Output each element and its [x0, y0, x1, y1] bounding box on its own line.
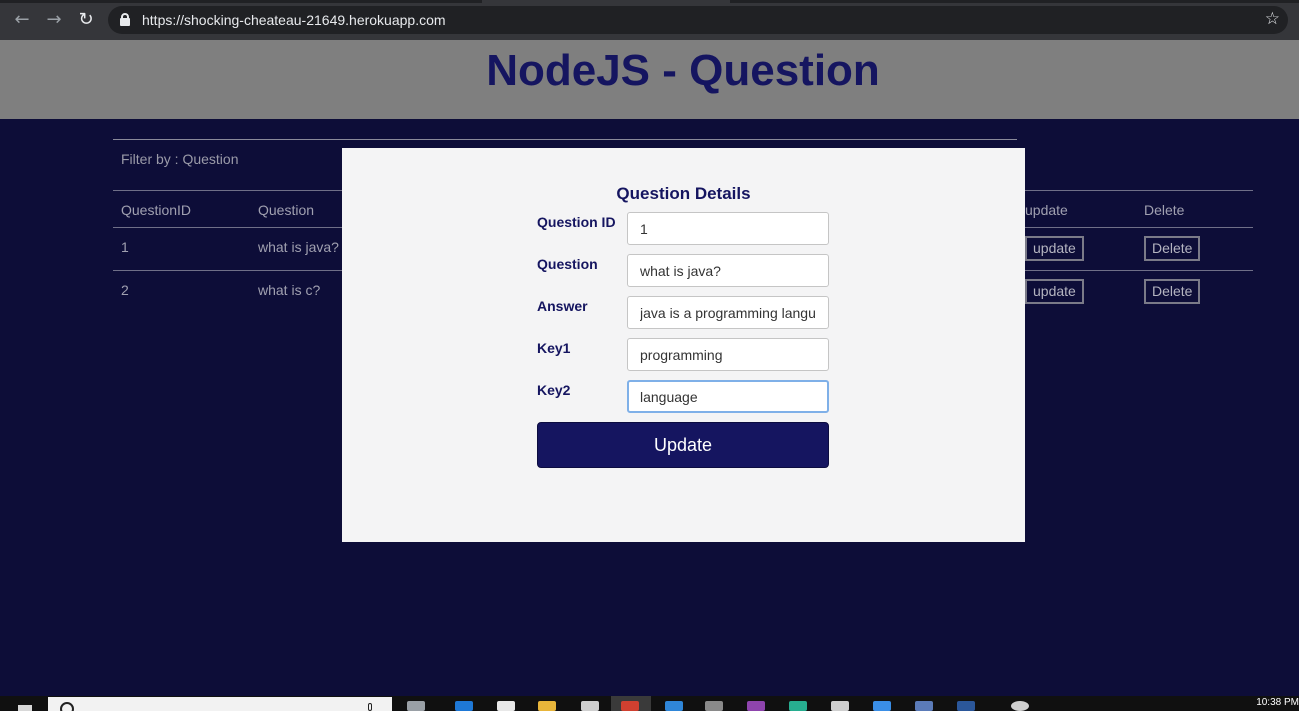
- chrome-icon[interactable]: [621, 701, 639, 711]
- reload-icon[interactable]: ↻: [74, 8, 98, 32]
- word-icon[interactable]: [957, 701, 975, 711]
- answer-field[interactable]: [627, 296, 829, 329]
- column-header-update: update: [1025, 202, 1068, 218]
- search-icon: [60, 702, 74, 711]
- question-id-field[interactable]: [627, 212, 829, 245]
- windows-start-icon[interactable]: [18, 705, 32, 711]
- key1-field[interactable]: [627, 338, 829, 371]
- microphone-icon[interactable]: [368, 703, 372, 711]
- app-icon[interactable]: [747, 701, 765, 711]
- taskbar-search-box[interactable]: [48, 697, 392, 711]
- terminal-icon[interactable]: [705, 701, 723, 711]
- lock-icon: [120, 13, 130, 26]
- vscode-icon[interactable]: [665, 701, 683, 711]
- question-id-label: Question ID: [537, 214, 616, 230]
- cell-question: what is c?: [258, 282, 321, 298]
- cell-question-id: 1: [121, 239, 129, 255]
- filter-divider: [113, 139, 1017, 140]
- active-tab-indicator: [482, 0, 730, 3]
- row-update-button[interactable]: update: [1025, 279, 1084, 304]
- question-label: Question: [537, 256, 598, 272]
- modal-title: Question Details: [616, 184, 751, 203]
- taskbar-clock: 10:38 PM: [1256, 697, 1299, 708]
- key1-label: Key1: [537, 340, 571, 356]
- filter-label: Filter by : Question: [121, 151, 239, 167]
- answer-label: Answer: [537, 298, 588, 314]
- app-icon[interactable]: [789, 701, 807, 711]
- cell-question: what is java?: [258, 239, 339, 255]
- cell-question-id: 2: [121, 282, 129, 298]
- column-header-questionid: QuestionID: [121, 202, 192, 218]
- browser-toolbar: ← → ↻ https://shocking-cheateau-21649.he…: [0, 0, 1299, 40]
- row-update-button[interactable]: update: [1025, 236, 1084, 261]
- app-icon[interactable]: [581, 701, 599, 711]
- app-icon[interactable]: [873, 701, 891, 711]
- store-icon[interactable]: [497, 701, 515, 711]
- address-bar[interactable]: https://shocking-cheateau-21649.herokuap…: [108, 6, 1288, 34]
- page-title: NodeJS - Question: [486, 46, 880, 95]
- app-icon[interactable]: [915, 701, 933, 711]
- edge-browser-icon[interactable]: [455, 701, 473, 711]
- key2-label: Key2: [537, 382, 571, 398]
- tools-icon[interactable]: [831, 701, 849, 711]
- app-icon[interactable]: [1011, 701, 1029, 711]
- row-delete-button[interactable]: Delete: [1144, 236, 1201, 261]
- task-view-icon[interactable]: [407, 701, 425, 711]
- back-icon[interactable]: ←: [10, 8, 34, 32]
- address-url[interactable]: https://shocking-cheateau-21649.herokuap…: [142, 12, 446, 28]
- update-button[interactable]: Update: [537, 422, 829, 468]
- bookmark-star-icon[interactable]: ☆: [1265, 9, 1280, 29]
- os-taskbar: 10:38 PM: [0, 696, 1299, 711]
- forward-icon[interactable]: →: [42, 8, 66, 32]
- column-header-delete: Delete: [1144, 202, 1185, 218]
- file-explorer-icon[interactable]: [538, 701, 556, 711]
- question-field[interactable]: [627, 254, 829, 287]
- row-delete-button[interactable]: Delete: [1144, 279, 1201, 304]
- key2-field[interactable]: [627, 380, 829, 413]
- column-header-question: Question: [258, 202, 315, 218]
- question-details-modal: Question Details Question ID Question An…: [342, 148, 1025, 542]
